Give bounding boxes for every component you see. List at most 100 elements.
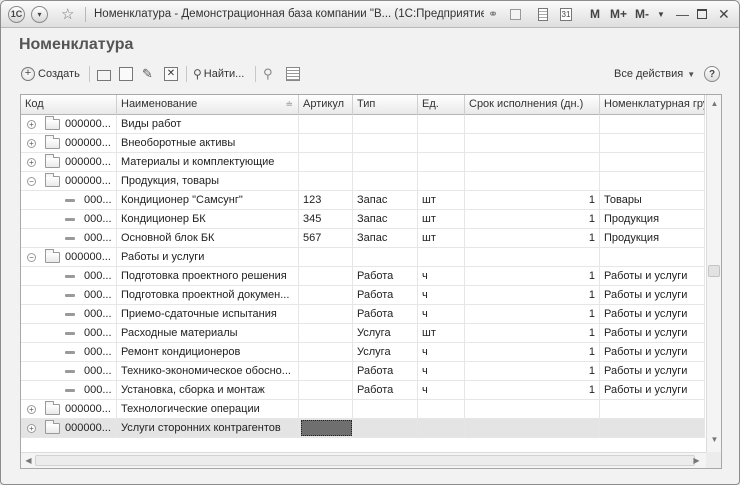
cell-name[interactable]: Ремонт кондиционеров xyxy=(117,343,299,362)
horizontal-scrollbar[interactable]: ◀ ▶ xyxy=(21,452,706,468)
cell-type[interactable] xyxy=(353,153,418,172)
cell-type[interactable] xyxy=(353,172,418,191)
print-icon[interactable] xyxy=(510,6,521,22)
scroll-down-icon[interactable]: ▼ xyxy=(710,435,719,444)
cell-code[interactable]: 000... xyxy=(21,210,117,229)
cell-article[interactable] xyxy=(299,324,353,343)
cell-unit[interactable]: шт xyxy=(418,210,465,229)
cell-group[interactable]: Продукция xyxy=(600,229,705,248)
edit-button[interactable]: ✎ xyxy=(142,64,153,84)
scroll-right-icon[interactable]: ▶ xyxy=(692,456,701,465)
column-header-type[interactable]: Тип xyxy=(353,95,418,115)
cell-article[interactable] xyxy=(299,267,353,286)
expand-icon[interactable]: + xyxy=(27,139,36,148)
horizontal-scroll-thumb[interactable] xyxy=(35,455,695,466)
catalog-table[interactable]: Код Наименование ≐ Артикул Тип Ед. Срок … xyxy=(20,94,722,469)
table-row-group[interactable]: +000000... Услуги сторонних контрагентов xyxy=(21,419,705,438)
minimize-button[interactable]: — xyxy=(676,6,689,22)
cell-name[interactable]: Работы и услуги xyxy=(117,248,299,267)
cell-article[interactable]: 345 xyxy=(299,210,353,229)
cell-type[interactable]: Работа xyxy=(353,362,418,381)
cell-code[interactable]: 000... xyxy=(21,286,117,305)
cell-unit[interactable]: ч xyxy=(418,267,465,286)
table-row[interactable]: 000... Расходные материалы Услуга шт 1 Работы… xyxy=(21,324,705,343)
memory-m-plus-button[interactable]: M+ xyxy=(610,6,627,22)
table-row[interactable]: 000... Подготовка проектной докумен... Раб… xyxy=(21,286,705,305)
cell-type[interactable]: Запас xyxy=(353,210,418,229)
column-header-unit[interactable]: Ед. xyxy=(418,95,465,115)
find-button[interactable]: ⚲ Найти... xyxy=(193,64,244,84)
table-row[interactable]: 000... Установка, сборка и монтаж Работа ч 1… xyxy=(21,381,705,400)
cell-name[interactable]: Подготовка проектного решения xyxy=(117,267,299,286)
create-group-button[interactable] xyxy=(97,64,114,84)
column-header-name[interactable]: Наименование ≐ xyxy=(117,95,299,115)
cell-term[interactable] xyxy=(465,419,600,438)
cell-code[interactable]: 000... xyxy=(21,343,117,362)
cell-name[interactable]: Кондиционер БК xyxy=(117,210,299,229)
cell-name[interactable]: Услуги сторонних контрагентов xyxy=(117,419,299,438)
cell-article[interactable] xyxy=(299,362,353,381)
cell-code[interactable]: +000000... xyxy=(21,400,117,419)
list-settings-button[interactable] xyxy=(286,64,303,84)
table-row[interactable]: 000... Подготовка проектного решения Работ… xyxy=(21,267,705,286)
cell-term[interactable] xyxy=(465,172,600,191)
cell-group[interactable]: Работы и услуги xyxy=(600,324,705,343)
table-row-group[interactable]: +000000... Внеоборотные активы xyxy=(21,134,705,153)
cell-code[interactable]: 000... xyxy=(21,267,117,286)
cell-code[interactable]: 000... xyxy=(21,229,117,248)
column-header-term[interactable]: Срок исполнения (дн.) xyxy=(465,95,600,115)
cell-unit[interactable]: ч xyxy=(418,305,465,324)
cell-code[interactable]: +000000... xyxy=(21,115,117,134)
memory-m-minus-button[interactable]: M- xyxy=(635,6,649,22)
cell-code[interactable]: 000... xyxy=(21,305,117,324)
cell-code[interactable]: − 000000... xyxy=(21,172,117,191)
cell-name[interactable]: Установка, сборка и монтаж xyxy=(117,381,299,400)
cell-unit[interactable]: шт xyxy=(418,324,465,343)
cell-article[interactable] xyxy=(299,153,353,172)
help-button[interactable]: ? xyxy=(704,66,720,82)
app-logo-icon[interactable]: 1С xyxy=(8,5,25,23)
table-row-group[interactable]: +000000... Виды работ xyxy=(21,115,705,134)
cell-unit[interactable] xyxy=(418,400,465,419)
cell-code[interactable]: 000... xyxy=(21,362,117,381)
cell-group[interactable] xyxy=(600,172,705,191)
expand-icon[interactable]: + xyxy=(27,158,36,167)
cell-group[interactable]: Товары xyxy=(600,191,705,210)
cell-type[interactable] xyxy=(353,248,418,267)
table-row[interactable]: 000... Приемо-сдаточные испытания Работа ч 1… xyxy=(21,305,705,324)
vertical-scroll-thumb[interactable] xyxy=(708,265,720,277)
chevron-down-icon[interactable]: ▼ xyxy=(657,6,665,22)
cell-type[interactable] xyxy=(353,134,418,153)
cell-article[interactable] xyxy=(299,400,353,419)
cell-group[interactable]: Работы и услуги xyxy=(600,305,705,324)
cell-article[interactable] xyxy=(299,115,353,134)
cell-group[interactable]: Работы и услуги xyxy=(600,343,705,362)
cell-group[interactable]: Работы и услуги xyxy=(600,286,705,305)
calendar-icon[interactable]: 31 xyxy=(560,6,572,22)
cell-group[interactable] xyxy=(600,400,705,419)
memory-m-button[interactable]: M xyxy=(590,6,600,22)
cell-group[interactable]: Работы и услуги xyxy=(600,381,705,400)
cell-article[interactable] xyxy=(299,381,353,400)
cell-term[interactable]: 1 xyxy=(465,343,600,362)
vertical-scrollbar[interactable]: ▲ ▼ xyxy=(706,95,721,452)
cell-name[interactable]: Технологические операции xyxy=(117,400,299,419)
scroll-left-icon[interactable]: ◀ xyxy=(24,456,33,465)
cell-type[interactable] xyxy=(353,115,418,134)
cell-article[interactable] xyxy=(299,305,353,324)
cell-unit[interactable]: ч xyxy=(418,286,465,305)
column-header-group[interactable]: Номенклатурная группа xyxy=(600,95,705,115)
cell-article[interactable]: 123 xyxy=(299,191,353,210)
cell-group[interactable] xyxy=(600,134,705,153)
cell-article[interactable] xyxy=(299,172,353,191)
cell-article[interactable] xyxy=(299,286,353,305)
cell-term[interactable]: 1 xyxy=(465,229,600,248)
active-cell-cursor[interactable] xyxy=(301,420,352,436)
expand-icon[interactable]: + xyxy=(27,120,36,129)
column-header-article[interactable]: Артикул xyxy=(299,95,353,115)
cell-type[interactable]: Работа xyxy=(353,267,418,286)
cell-term[interactable]: 1 xyxy=(465,305,600,324)
cell-type[interactable]: Услуга xyxy=(353,324,418,343)
cell-unit[interactable]: шт xyxy=(418,229,465,248)
cell-term[interactable]: 1 xyxy=(465,286,600,305)
